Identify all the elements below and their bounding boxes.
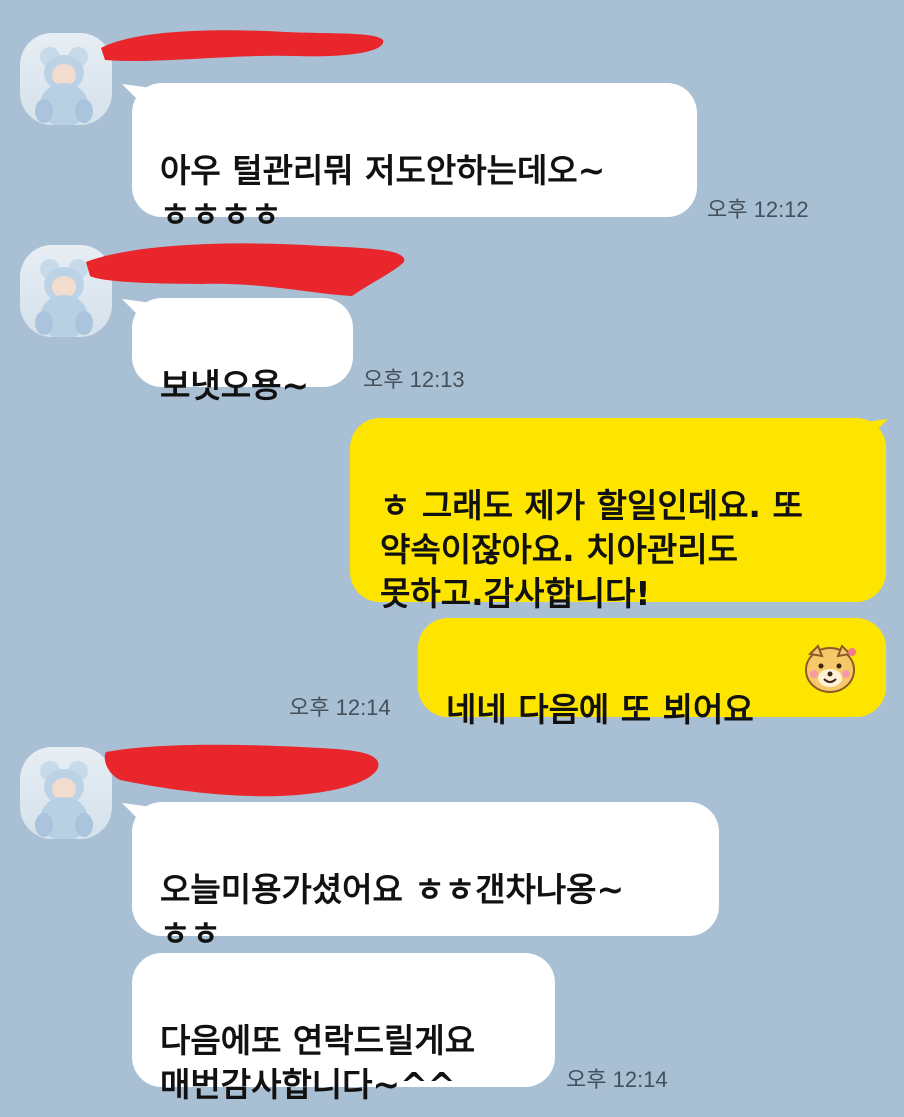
redacted-sender-name [104,744,379,797]
message-bubble[interactable]: ㅎ 그래도 제가 할일인데요. 또 약속이잖아요. 치아관리도 못하고.감사합니… [350,418,886,613]
message-time: 오후 12:12 [707,197,809,222]
baby-avatar-icon [35,761,93,839]
message-text: 오늘미용가셨어요 ㅎㅎ갠차나옹~ ㅎㅎ [160,870,625,953]
message-text: 보냇오용~ [160,366,310,405]
sender-avatar[interactable] [20,747,112,839]
message-bubble[interactable]: 오늘미용가셨어요 ㅎㅎ갠차나옹~ ㅎㅎ [132,802,719,953]
message-time: 오후 12:13 [363,367,465,392]
message-bubble[interactable]: 아우 털관리뭐 저도안하는데오~ ㅎㅎㅎㅎ [132,83,697,234]
message-bubble[interactable]: 보냇오용~ [132,298,353,405]
message-text: 아우 털관리뭐 저도안하는데오~ ㅎㅎㅎㅎ [160,151,606,234]
message-time: 오후 12:14 [289,695,391,720]
cute-dog-emoji-icon [805,644,856,693]
message-bubble[interactable]: 다음에또 연락드릴게요 매번감사합니다~^^ [132,953,555,1104]
redacted-sender-name [101,30,384,61]
message-text: 다음에또 연락드릴게요 매번감사합니다~^^ [160,1021,476,1104]
message-time: 오후 12:14 [566,1067,668,1092]
message-text: 네네 다음에 또 뵈어요 [446,690,754,729]
redacted-sender-name [86,243,405,296]
message-text: ㅎ 그래도 제가 할일인데요. 또 약속이잖아요. 치아관리도 못하고.감사합니… [380,486,803,613]
